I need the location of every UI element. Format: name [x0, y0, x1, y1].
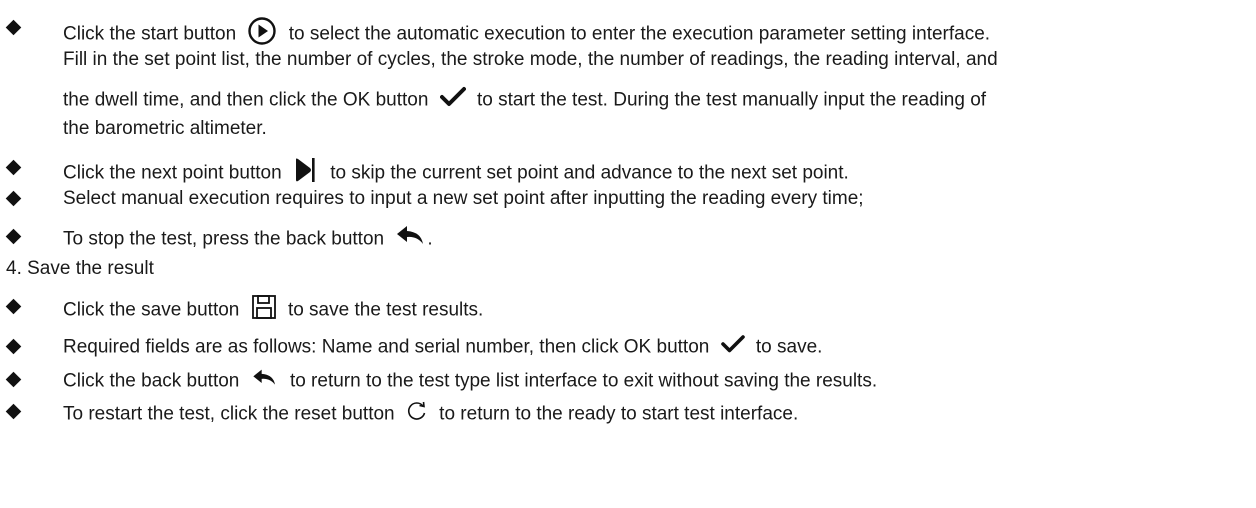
bullet-diamond: [5, 403, 22, 420]
text: to start the test. During the test manua…: [477, 89, 987, 111]
checkmark-icon: [720, 334, 745, 361]
text: to select the automatic execution to ent…: [288, 23, 991, 45]
text: Required fields are as follows: Name and…: [63, 336, 710, 358]
document-page: { "icons": { "start": "play-circle-icon"…: [0, 0, 1256, 508]
paragraph-line: To restart the test, click the reset but…: [63, 400, 798, 429]
bullet-diamond: [5, 338, 22, 355]
section-heading: 4. Save the result: [6, 258, 154, 279]
floppy-disk-icon: [251, 294, 277, 327]
text: .: [427, 228, 433, 250]
bullet-diamond: [5, 190, 22, 207]
checkmark-icon: [439, 86, 466, 115]
paragraph-line: Click the next point button to skip the …: [63, 156, 849, 191]
text: To stop the test, press the back button: [63, 228, 385, 250]
back-arrow-icon: [395, 224, 427, 255]
paragraph-line: the dwell time, and then click the OK bu…: [63, 86, 986, 115]
text: Click the save button: [63, 299, 240, 321]
back-arrow-icon: [251, 368, 279, 395]
paragraph-line: To stop the test, press the back button …: [63, 224, 433, 255]
bullet-diamond: [5, 298, 22, 315]
text: to skip the current set point and advanc…: [330, 162, 849, 184]
text: to save.: [755, 336, 823, 358]
paragraph-line: Select manual execution requires to inpu…: [63, 188, 864, 209]
paragraph-line: Click the save button to save the test r…: [63, 294, 483, 327]
text: Click the back button: [63, 370, 240, 392]
text: Click the next point button: [63, 162, 282, 184]
paragraph-line: Fill in the set point list, the number o…: [63, 49, 998, 70]
paragraph-line: the barometric altimeter.: [63, 118, 267, 139]
text: to save the test results.: [287, 299, 484, 321]
skip-next-icon: [293, 156, 319, 191]
bullet-diamond: [5, 228, 22, 245]
bullet-diamond: [5, 19, 22, 36]
text: Click the start button: [63, 23, 237, 45]
text: the dwell time, and then click the OK bu…: [63, 89, 429, 111]
text: to return to the test type list interfac…: [289, 370, 878, 392]
text: To restart the test, click the reset but…: [63, 403, 395, 425]
bullet-diamond: [5, 159, 22, 176]
bullet-diamond: [5, 371, 22, 388]
paragraph-line: Click the back button to return to the t…: [63, 368, 877, 395]
paragraph-line: Required fields are as follows: Name and…: [63, 334, 822, 361]
reset-circular-arrow-icon: [406, 400, 428, 429]
text: to return to the ready to start test int…: [439, 403, 799, 425]
